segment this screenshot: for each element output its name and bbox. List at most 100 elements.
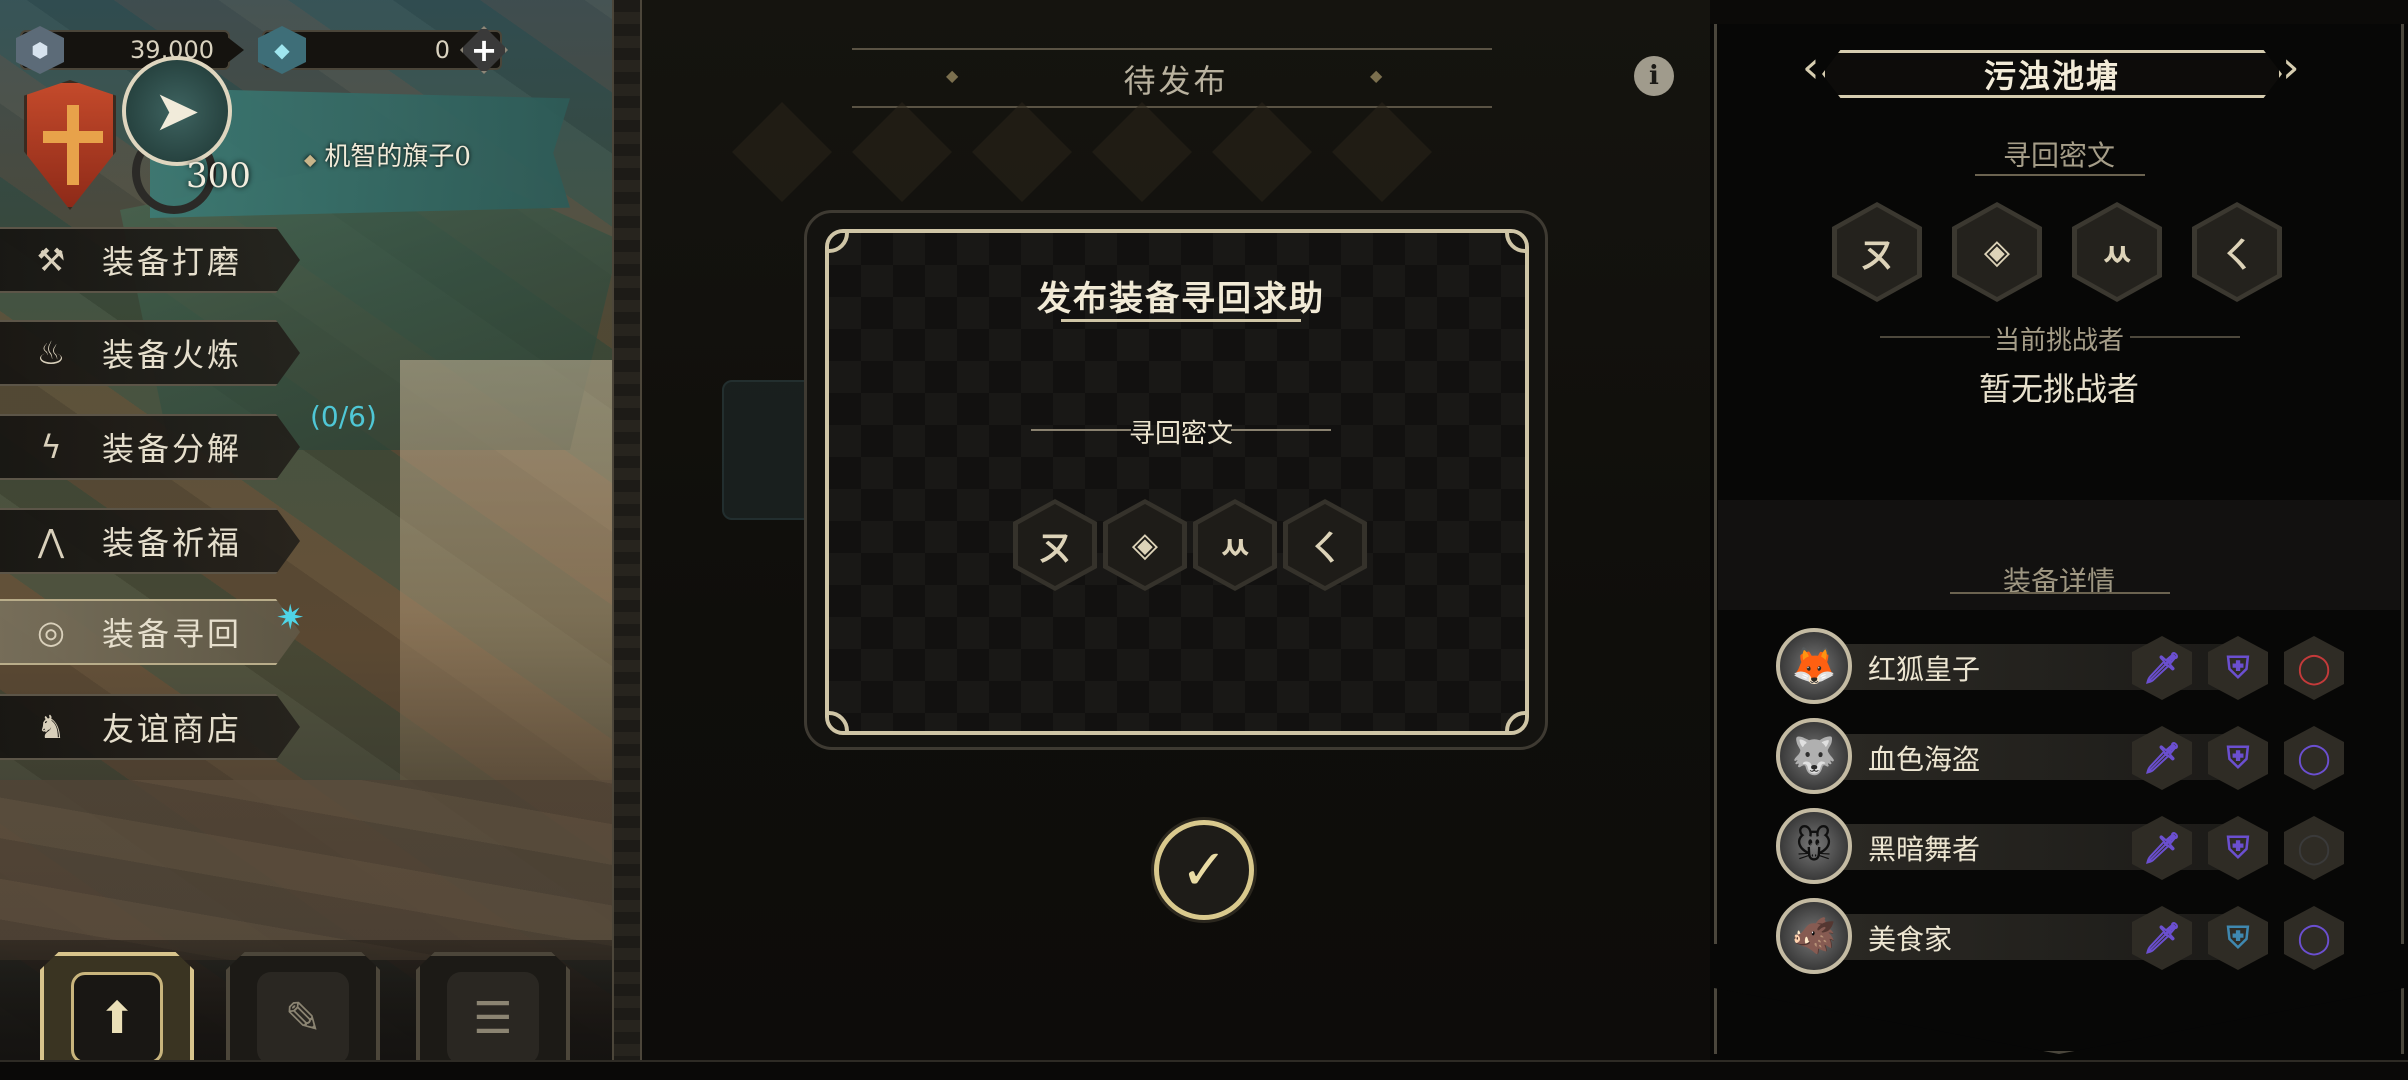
dialog-title: 发布装备寻回求助 bbox=[1037, 279, 1325, 319]
target-icon: ◎ bbox=[37, 613, 65, 651]
flame-icon: ♨ bbox=[36, 334, 66, 372]
add-crystal-button[interactable]: + bbox=[460, 26, 508, 74]
background-slot bbox=[1332, 102, 1432, 202]
menu-fire-button[interactable]: ♨ 装备火炼 bbox=[0, 320, 300, 386]
right-panel: ‹ 污浊池塘 › 寻回密文 ㄡ ◈ ㅆ ㄑ 当前挑战者 暂无挑战者 装备详情 🦊… bbox=[1710, 24, 2408, 1060]
rune-glyph: ◈ bbox=[1957, 207, 2037, 297]
background-scene-ground bbox=[0, 780, 616, 960]
header-rule-top bbox=[852, 48, 1492, 50]
publish-dialog: 发布装备寻回求助 寻回密文 ㄡ ◈ ㅆ ㄑ bbox=[804, 210, 1548, 750]
fox-icon: ♞ bbox=[36, 708, 66, 746]
background-slot bbox=[972, 102, 1072, 202]
dialog-frame: 发布装备寻回求助 寻回密文 ㄡ ◈ ㅆ ㄑ bbox=[825, 229, 1529, 735]
center-panel: ◆ ◆ 待发布 i 发布装备寻回求助 寻回密文 ㄡ ◈ ㅆ ㄑ ✓ bbox=[642, 0, 1710, 1060]
hero-name: 美食家 bbox=[1868, 923, 1953, 956]
menu-bless-button[interactable]: ⋀ 装备祈福 bbox=[0, 508, 300, 574]
info-icon[interactable]: i bbox=[1634, 56, 1674, 96]
menu-shop-button[interactable]: ♞ 友谊商店 bbox=[0, 694, 300, 760]
panel-divider bbox=[612, 0, 642, 1060]
details-label: 装备详情 bbox=[2002, 565, 2115, 598]
center-title: 待发布 bbox=[1123, 62, 1229, 100]
chevron-right-icon: › bbox=[2282, 42, 2300, 93]
hero-row[interactable]: 🦊 红狐皇子 🗡 ⛨ ◯ bbox=[1776, 626, 2344, 706]
banner-label-text: 机智的旗子0 bbox=[324, 142, 471, 172]
chevron-left-icon: ‹ bbox=[1802, 42, 1820, 93]
mouse-avatar-icon: 🐭 bbox=[1776, 808, 1852, 884]
background-slot bbox=[732, 102, 832, 202]
decompose-counter: (0/6) bbox=[310, 400, 377, 433]
crystal-currency-bar: ◆ 0 + bbox=[258, 26, 508, 74]
ring-icon[interactable]: ◯ bbox=[2284, 636, 2344, 700]
rune-slot-4[interactable]: ㄑ bbox=[1283, 499, 1367, 591]
shield-icon bbox=[24, 80, 116, 210]
menu-recover-label: 装备寻回 bbox=[102, 615, 243, 653]
checkmark-icon: ✓ bbox=[1180, 837, 1228, 903]
banner-label: ◆ 机智的旗子0 bbox=[304, 136, 471, 173]
background-slot bbox=[852, 102, 952, 202]
rune-slot-2[interactable]: ◈ bbox=[1103, 499, 1187, 591]
left-panel: ⬢ 39,000 ◆ 0 + ◆ 机智的旗子0 ➤ 300 ⚒ 装备打磨 ♨ 装备… bbox=[0, 0, 616, 1080]
ring-icon[interactable]: ◯ bbox=[2284, 906, 2344, 970]
corner-ornament bbox=[829, 711, 849, 731]
ring-icon[interactable]: ◯ bbox=[2284, 726, 2344, 790]
back-arrow-icon: ➤ bbox=[153, 78, 201, 144]
hero-name: 血色海盗 bbox=[1868, 743, 1981, 776]
map-name: 污浊池塘 bbox=[1983, 57, 2120, 95]
rune-glyph: ◈ bbox=[1108, 504, 1182, 586]
menu-fire-label: 装备火炼 bbox=[102, 336, 243, 374]
ring-icon[interactable]: ◯ bbox=[2284, 816, 2344, 880]
rune-slot-3[interactable]: ㅆ bbox=[1193, 499, 1277, 591]
background-slot bbox=[1092, 102, 1192, 202]
feather-icon: ✎ bbox=[257, 972, 349, 1064]
upload-icon: ⬆ bbox=[71, 972, 163, 1064]
right-cipher-label: 寻回密文 bbox=[2002, 139, 2115, 172]
medal-count: 300 bbox=[186, 156, 251, 196]
rune-glyph: ㄑ bbox=[2197, 207, 2277, 297]
hero-name: 红狐皇子 bbox=[1868, 653, 1981, 686]
menu-decompose-label: 装备分解 bbox=[102, 430, 243, 468]
rune-glyph: ㅆ bbox=[1198, 504, 1272, 586]
details-rule bbox=[1950, 592, 2170, 594]
menu-polish-label: 装备打磨 bbox=[102, 243, 243, 281]
challenger-label: 当前挑战者 bbox=[1993, 326, 2124, 356]
confirm-button[interactable]: ✓ bbox=[1154, 820, 1254, 920]
back-button[interactable]: ➤ bbox=[122, 56, 232, 166]
crystal-icon: ◆ bbox=[258, 26, 306, 74]
menu-recover-button[interactable]: ◎ 装备寻回 bbox=[0, 599, 300, 665]
lightning-icon: ϟ bbox=[40, 428, 62, 466]
notification-sparkle-icon: ✷ bbox=[276, 598, 305, 638]
dialog-title-rule bbox=[1061, 319, 1301, 322]
corner-ornament bbox=[829, 233, 849, 253]
boar-avatar-icon: 🐗 bbox=[1776, 898, 1852, 974]
corner-ornament bbox=[1505, 233, 1525, 253]
corner-ornament bbox=[1505, 711, 1525, 731]
wolf-avatar-icon: 🐺 bbox=[1776, 718, 1852, 794]
bottom-strip bbox=[0, 1060, 2408, 1080]
rune-glyph: ㄡ bbox=[1837, 207, 1917, 297]
hero-row[interactable]: 🐗 美食家 🗡 ⛨ ◯ bbox=[1776, 896, 2344, 976]
menu-shop-label: 友谊商店 bbox=[102, 710, 243, 748]
map-banner: 污浊池塘 bbox=[1822, 50, 2282, 98]
background-slot bbox=[1212, 102, 1312, 202]
hammer-icon: ⚒ bbox=[36, 241, 66, 279]
rune-glyph: ㄑ bbox=[1288, 504, 1362, 586]
hero-row[interactable]: 🐺 血色海盗 🗡 ⛨ ◯ bbox=[1776, 716, 2344, 796]
header-rule-bottom bbox=[852, 106, 1492, 108]
hero-row[interactable]: 🐭 黑暗舞者 🗡 ⛨ ◯ bbox=[1776, 806, 2344, 886]
rune-slot-1[interactable]: ㄡ bbox=[1013, 499, 1097, 591]
challenger-value: 暂无挑战者 bbox=[1978, 370, 2139, 408]
rune-glyph: ㅆ bbox=[2077, 207, 2157, 297]
pray-hands-icon: ⋀ bbox=[37, 522, 65, 560]
cipher-label: 寻回密文 bbox=[1128, 419, 1233, 449]
menu-polish-button[interactable]: ⚒ 装备打磨 bbox=[0, 227, 300, 293]
menu-bless-label: 装备祈福 bbox=[102, 524, 243, 562]
list-icon: ☰ bbox=[447, 972, 539, 1064]
background-scene-house bbox=[400, 360, 616, 780]
fox-avatar-icon: 🦊 bbox=[1776, 628, 1852, 704]
rune-glyph: ㄡ bbox=[1018, 504, 1092, 586]
currency-notch bbox=[226, 36, 244, 64]
menu-decompose-button[interactable]: ϟ 装备分解 bbox=[0, 414, 300, 480]
hero-name: 黑暗舞者 bbox=[1868, 833, 1981, 866]
right-cipher-rule bbox=[1975, 174, 2145, 176]
cube-icon: ⬢ bbox=[16, 26, 64, 74]
